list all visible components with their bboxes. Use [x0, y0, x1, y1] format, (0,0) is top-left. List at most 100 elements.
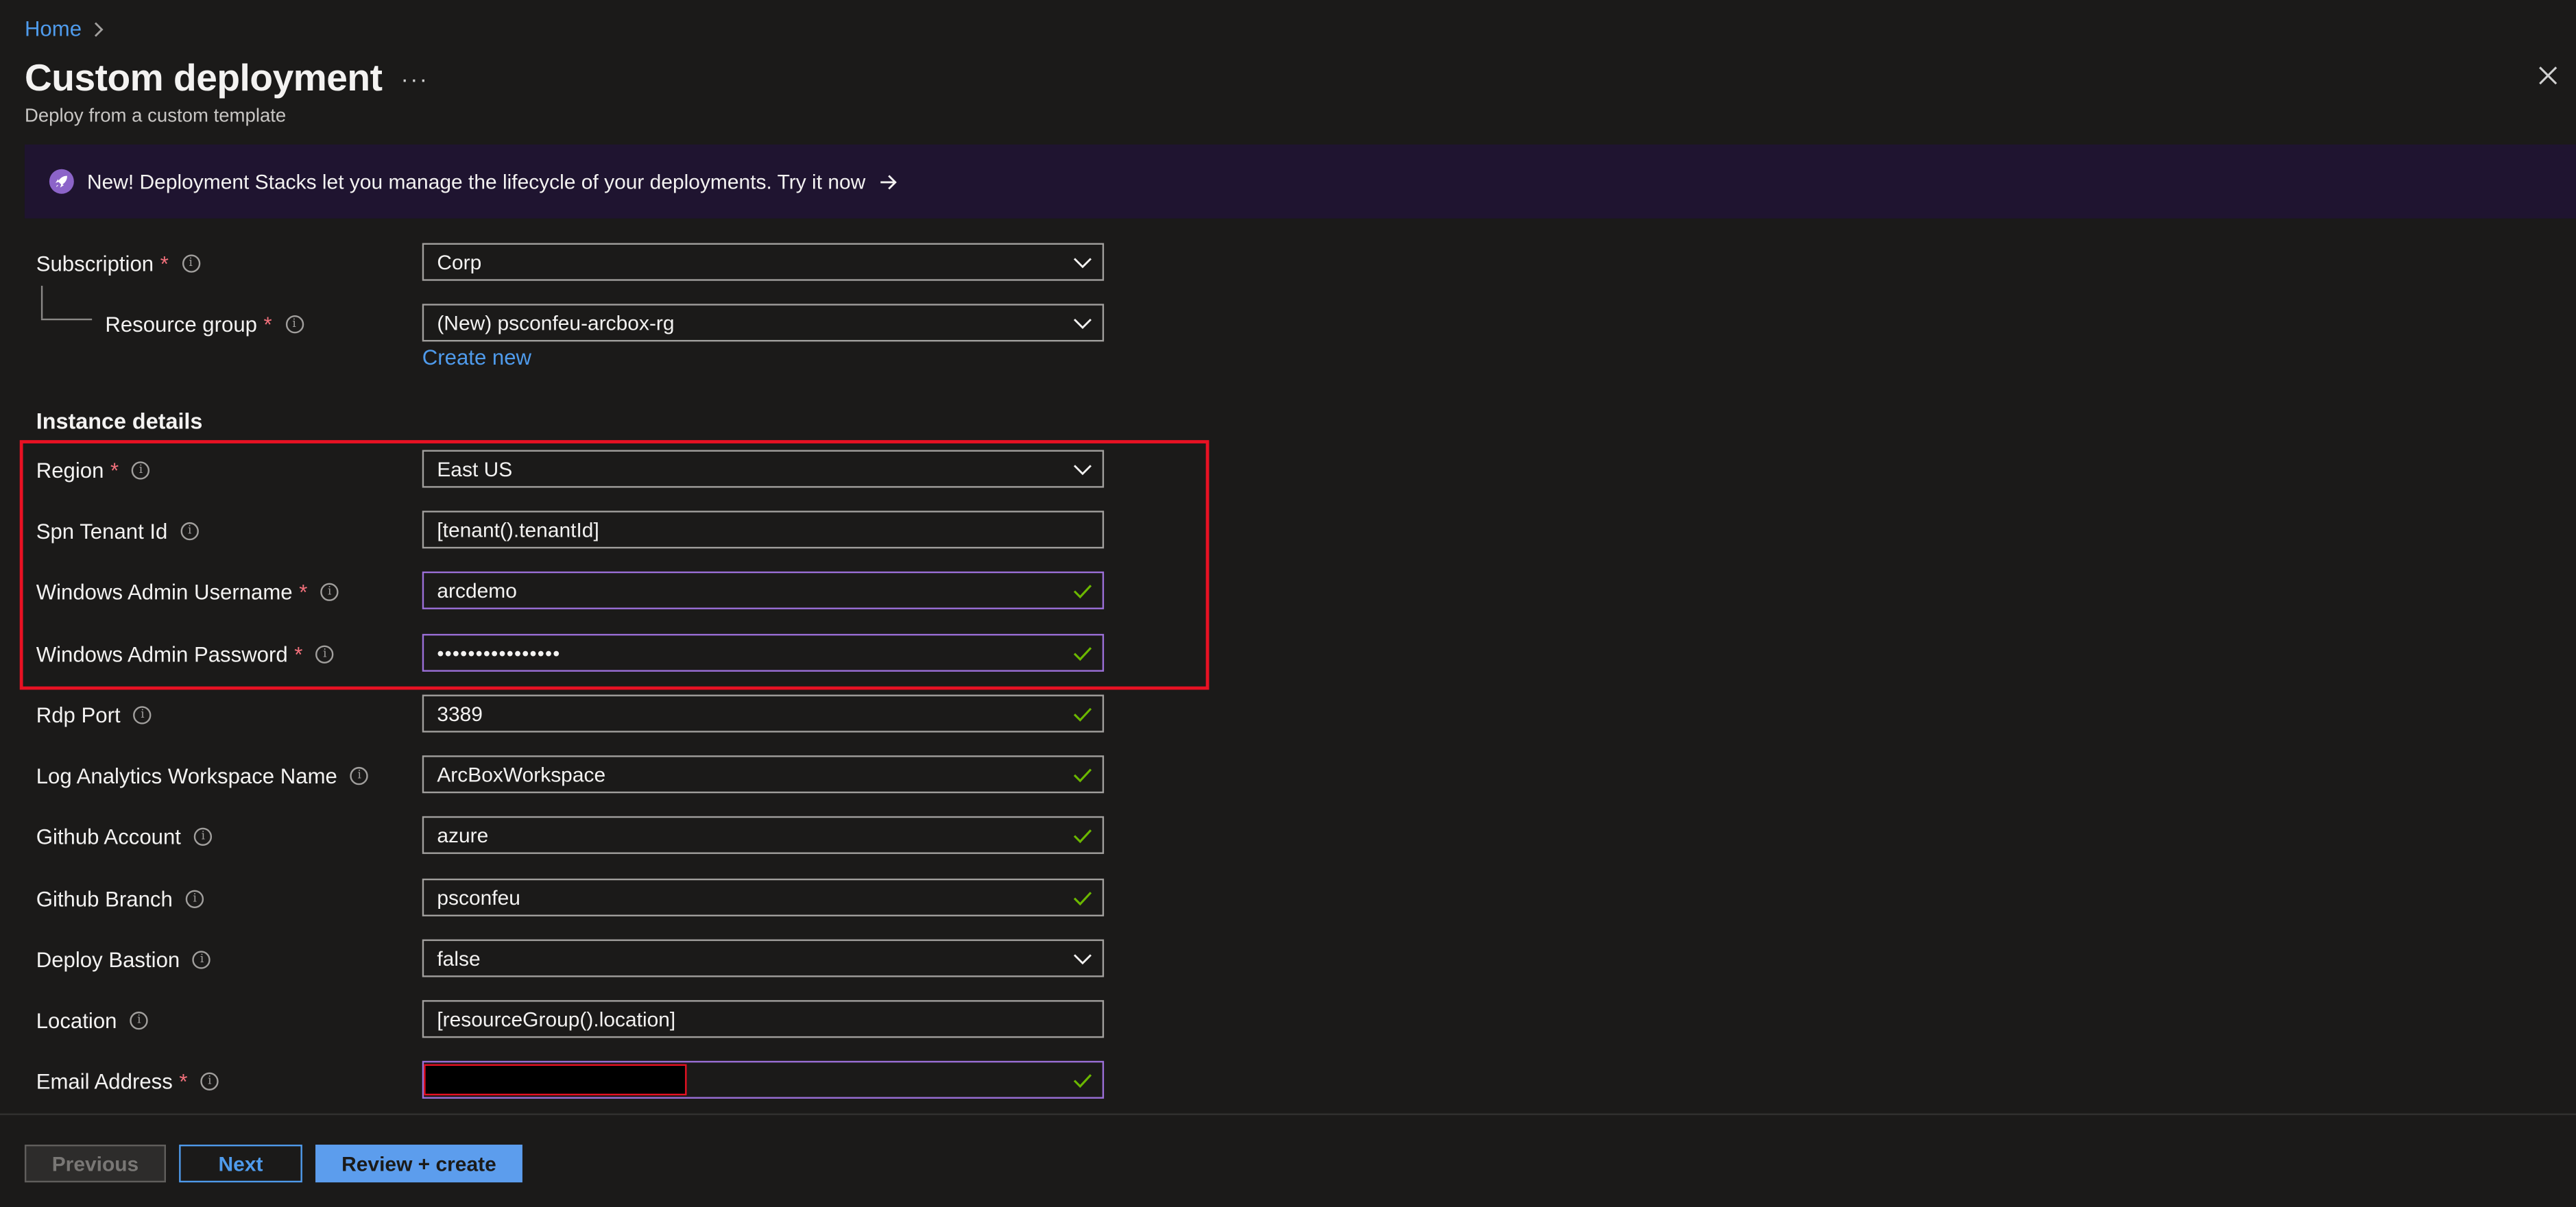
- required-asterisk: *: [160, 251, 169, 276]
- info-icon[interactable]: i: [132, 461, 150, 480]
- rocket-icon: [49, 169, 74, 194]
- checkmark-icon: [1073, 644, 1093, 661]
- location-label: Location i: [36, 1008, 149, 1034]
- info-icon[interactable]: i: [350, 766, 369, 785]
- github-branch-input[interactable]: psconfeu: [422, 878, 1105, 916]
- page-subtitle: Deploy from a custom template: [24, 106, 287, 127]
- github-account-label-text: Github Account: [36, 824, 181, 849]
- resource-group-value: (New) psconfeu-arcbox-rg: [437, 311, 675, 334]
- tree-connector-horizontal: [40, 318, 93, 321]
- info-icon[interactable]: i: [320, 583, 339, 601]
- location-input[interactable]: [resourceGroup().location]: [422, 1000, 1105, 1038]
- more-options-button[interactable]: ···: [401, 66, 429, 92]
- instance-details-heading: Instance details: [36, 409, 203, 434]
- region-value: East US: [437, 457, 513, 480]
- subscription-value: Corp: [437, 250, 482, 273]
- windows-admin-username-label-text: Windows Admin Username: [36, 579, 293, 605]
- previous-button[interactable]: Previous: [24, 1145, 166, 1183]
- windows-admin-password-label: Windows Admin Password * i: [36, 642, 334, 667]
- windows-admin-username-input[interactable]: arcdemo: [422, 571, 1105, 609]
- spn-tenant-id-label-text: Spn Tenant Id: [36, 519, 168, 544]
- deploy-bastion-dropdown[interactable]: false: [422, 939, 1105, 977]
- github-branch-value: psconfeu: [437, 886, 520, 910]
- chevron-down-icon: [1073, 951, 1093, 964]
- email-address-label-text: Email Address: [36, 1069, 173, 1094]
- subscription-dropdown[interactable]: Corp: [422, 243, 1105, 281]
- info-icon[interactable]: i: [193, 951, 211, 969]
- region-label-text: Region: [36, 458, 104, 483]
- github-account-input[interactable]: azure: [422, 816, 1105, 854]
- info-icon[interactable]: i: [180, 522, 199, 541]
- required-asterisk: *: [110, 458, 119, 483]
- email-address-label: Email Address * i: [36, 1069, 219, 1094]
- checkmark-icon: [1073, 1071, 1093, 1088]
- github-branch-label-text: Github Branch: [36, 886, 173, 912]
- required-asterisk: *: [263, 312, 272, 337]
- chevron-right-icon: [91, 21, 104, 37]
- redaction-box: [424, 1064, 687, 1096]
- region-dropdown[interactable]: East US: [422, 450, 1105, 488]
- spn-tenant-id-label: Spn Tenant Id i: [36, 519, 199, 544]
- required-asterisk: *: [299, 579, 308, 605]
- resource-group-dropdown[interactable]: (New) psconfeu-arcbox-rg: [422, 304, 1105, 342]
- windows-admin-username-label: Windows Admin Username * i: [36, 580, 339, 605]
- info-icon[interactable]: i: [130, 1011, 149, 1030]
- region-label: Region * i: [36, 458, 150, 483]
- windows-admin-password-value: ••••••••••••••••: [437, 641, 561, 665]
- info-icon[interactable]: i: [315, 645, 334, 663]
- log-analytics-workspace-name-input[interactable]: ArcBoxWorkspace: [422, 755, 1105, 794]
- windows-admin-username-value: arcdemo: [437, 578, 517, 602]
- checkmark-icon: [1073, 705, 1093, 722]
- next-button[interactable]: Next: [179, 1145, 302, 1183]
- info-icon[interactable]: i: [194, 827, 213, 846]
- create-new-link[interactable]: Create new: [422, 345, 531, 369]
- github-account-value: azure: [437, 823, 489, 847]
- subscription-label: Subscription * i: [36, 252, 200, 276]
- deploy-bastion-label-text: Deploy Bastion: [36, 947, 180, 973]
- close-icon[interactable]: [2538, 66, 2558, 86]
- windows-admin-password-input[interactable]: ••••••••••••••••: [422, 633, 1105, 672]
- log-analytics-workspace-name-label-text: Log Analytics Workspace Name: [36, 764, 337, 789]
- info-icon[interactable]: i: [285, 315, 304, 334]
- spn-tenant-id-input[interactable]: [tenant().tenantId]: [422, 511, 1105, 549]
- checkmark-icon: [1073, 827, 1093, 843]
- chevron-down-icon: [1073, 462, 1093, 475]
- rdp-port-label-text: Rdp Port: [36, 703, 121, 728]
- checkmark-icon: [1073, 889, 1093, 905]
- resource-group-label-text: Resource group: [105, 312, 257, 337]
- chevron-down-icon: [1073, 256, 1093, 269]
- deployment-stacks-banner[interactable]: New! Deployment Stacks let you manage th…: [24, 144, 2576, 219]
- arrow-right-icon[interactable]: [878, 173, 898, 190]
- location-label-text: Location: [36, 1008, 117, 1034]
- github-branch-label: Github Branch i: [36, 887, 204, 912]
- required-asterisk: *: [179, 1069, 188, 1094]
- required-asterisk: *: [294, 642, 303, 667]
- resource-group-label: Resource group * i: [105, 312, 304, 337]
- info-icon[interactable]: i: [182, 254, 200, 273]
- log-analytics-workspace-name-label: Log Analytics Workspace Name i: [36, 764, 369, 788]
- subscription-label-text: Subscription: [36, 251, 154, 276]
- location-value: [resourceGroup().location]: [437, 1007, 676, 1031]
- breadcrumb-home-link[interactable]: Home: [25, 16, 82, 41]
- checkmark-icon: [1073, 766, 1093, 783]
- checkmark-icon: [1073, 582, 1093, 598]
- chevron-down-icon: [1073, 316, 1093, 329]
- info-icon[interactable]: i: [186, 890, 204, 908]
- rdp-port-value: 3389: [437, 702, 483, 725]
- page-title: Custom deployment: [24, 56, 383, 99]
- info-icon[interactable]: i: [200, 1072, 219, 1090]
- tree-connector: [40, 285, 43, 319]
- review-create-button[interactable]: Review + create: [315, 1145, 522, 1183]
- deploy-bastion-value: false: [437, 947, 481, 970]
- breadcrumb: Home: [25, 16, 105, 41]
- github-account-label: Github Account i: [36, 825, 213, 849]
- windows-admin-password-label-text: Windows Admin Password: [36, 642, 288, 667]
- log-analytics-workspace-name-value: ArcBoxWorkspace: [437, 762, 606, 786]
- spn-tenant-id-value: [tenant().tenantId]: [437, 517, 599, 541]
- rdp-port-input[interactable]: 3389: [422, 694, 1105, 733]
- info-icon[interactable]: i: [133, 706, 152, 724]
- footer-divider: [0, 1113, 2576, 1115]
- deploy-bastion-label: Deploy Bastion i: [36, 947, 211, 972]
- rdp-port-label: Rdp Port i: [36, 703, 152, 727]
- banner-text: New! Deployment Stacks let you manage th…: [86, 169, 866, 193]
